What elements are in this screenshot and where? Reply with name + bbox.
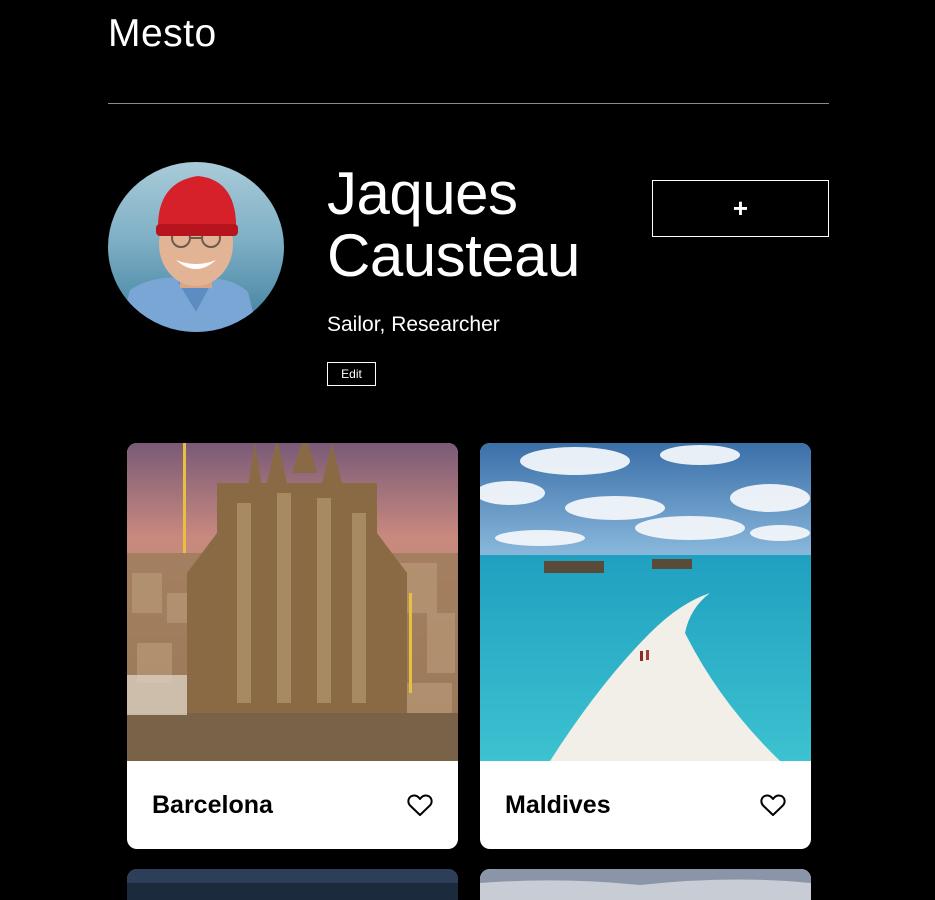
- card-image-maldives[interactable]: [480, 443, 811, 761]
- add-card-button[interactable]: +: [652, 180, 829, 237]
- page: Mesto Jaques Causteau Sailor, Researcher…: [0, 0, 935, 900]
- header-divider: [108, 103, 829, 104]
- profile-about: Sailor, Researcher: [327, 313, 500, 336]
- like-button[interactable]: [406, 792, 434, 818]
- card: [480, 869, 811, 900]
- logo: Mesto: [108, 12, 217, 55]
- card-image-barcelona[interactable]: [127, 443, 458, 761]
- card: [127, 869, 458, 900]
- card: Maldives: [480, 443, 811, 849]
- card: Barcelona: [127, 443, 458, 849]
- heart-icon: [407, 793, 433, 816]
- card-title: Maldives: [505, 790, 611, 819]
- heart-icon: [760, 793, 786, 816]
- avatar-image: [108, 162, 284, 332]
- profile-name: Jaques Causteau: [327, 160, 580, 289]
- card-footer: Maldives: [480, 761, 811, 849]
- avatar[interactable]: [108, 162, 284, 332]
- edit-profile-button[interactable]: Edit: [327, 362, 376, 386]
- like-button[interactable]: [759, 792, 787, 818]
- card-footer: Barcelona: [127, 761, 458, 849]
- card-image[interactable]: [127, 869, 458, 900]
- card-title: Barcelona: [152, 790, 273, 819]
- card-image[interactable]: [480, 869, 811, 900]
